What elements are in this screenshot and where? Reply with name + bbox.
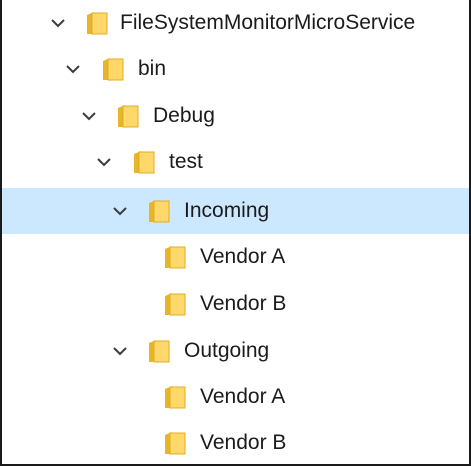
chevron-down-icon[interactable] (80, 107, 98, 125)
chevron-down-icon[interactable] (111, 202, 129, 220)
folder-icon (164, 385, 186, 409)
folder-icon (148, 199, 170, 223)
folder-icon (164, 245, 186, 269)
tree-node-label: Outgoing (184, 339, 270, 362)
tree-node-label: Vendor A (200, 385, 286, 408)
folder-icon (102, 57, 124, 81)
tree-node-label: Vendor B (200, 292, 287, 315)
tree-node-bin[interactable]: bin (2, 46, 469, 92)
folder-icon (86, 11, 108, 35)
chevron-down-icon[interactable] (95, 153, 113, 171)
tree-node-outgoing[interactable]: Outgoing (2, 328, 469, 374)
chevron-down-icon[interactable] (64, 60, 82, 78)
tree-node-label: Vendor A (200, 245, 286, 268)
tree-node-vendor-a[interactable]: Vendor A (2, 374, 469, 420)
chevron-down-icon[interactable] (49, 14, 67, 32)
tree-node-vendor-b[interactable]: Vendor B (2, 420, 469, 466)
folder-icon (133, 150, 155, 174)
tree-node-label: FileSystemMonitorMicroService (120, 11, 416, 34)
folder-icon (148, 339, 170, 363)
tree-node-label: bin (138, 57, 167, 80)
tree-node-label: Debug (153, 104, 215, 127)
folder-icon (117, 104, 139, 128)
tree-node-vendor-b[interactable]: Vendor B (2, 281, 469, 327)
folder-tree: FileSystemMonitorMicroService bin Debug … (0, 0, 471, 466)
tree-node-filesystemmonitormicroservice[interactable]: FileSystemMonitorMicroService (2, 0, 469, 46)
tree-node-label: test (169, 150, 203, 173)
folder-icon (164, 292, 186, 316)
tree-node-test[interactable]: test (2, 139, 469, 185)
chevron-down-icon[interactable] (111, 342, 129, 360)
tree-node-debug[interactable]: Debug (2, 93, 469, 139)
tree-node-vendor-a[interactable]: Vendor A (2, 234, 469, 280)
tree-node-label: Vendor B (200, 431, 287, 454)
tree-node-incoming[interactable]: Incoming (2, 188, 469, 234)
tree-node-label: Incoming (184, 199, 270, 222)
folder-icon (164, 431, 186, 455)
